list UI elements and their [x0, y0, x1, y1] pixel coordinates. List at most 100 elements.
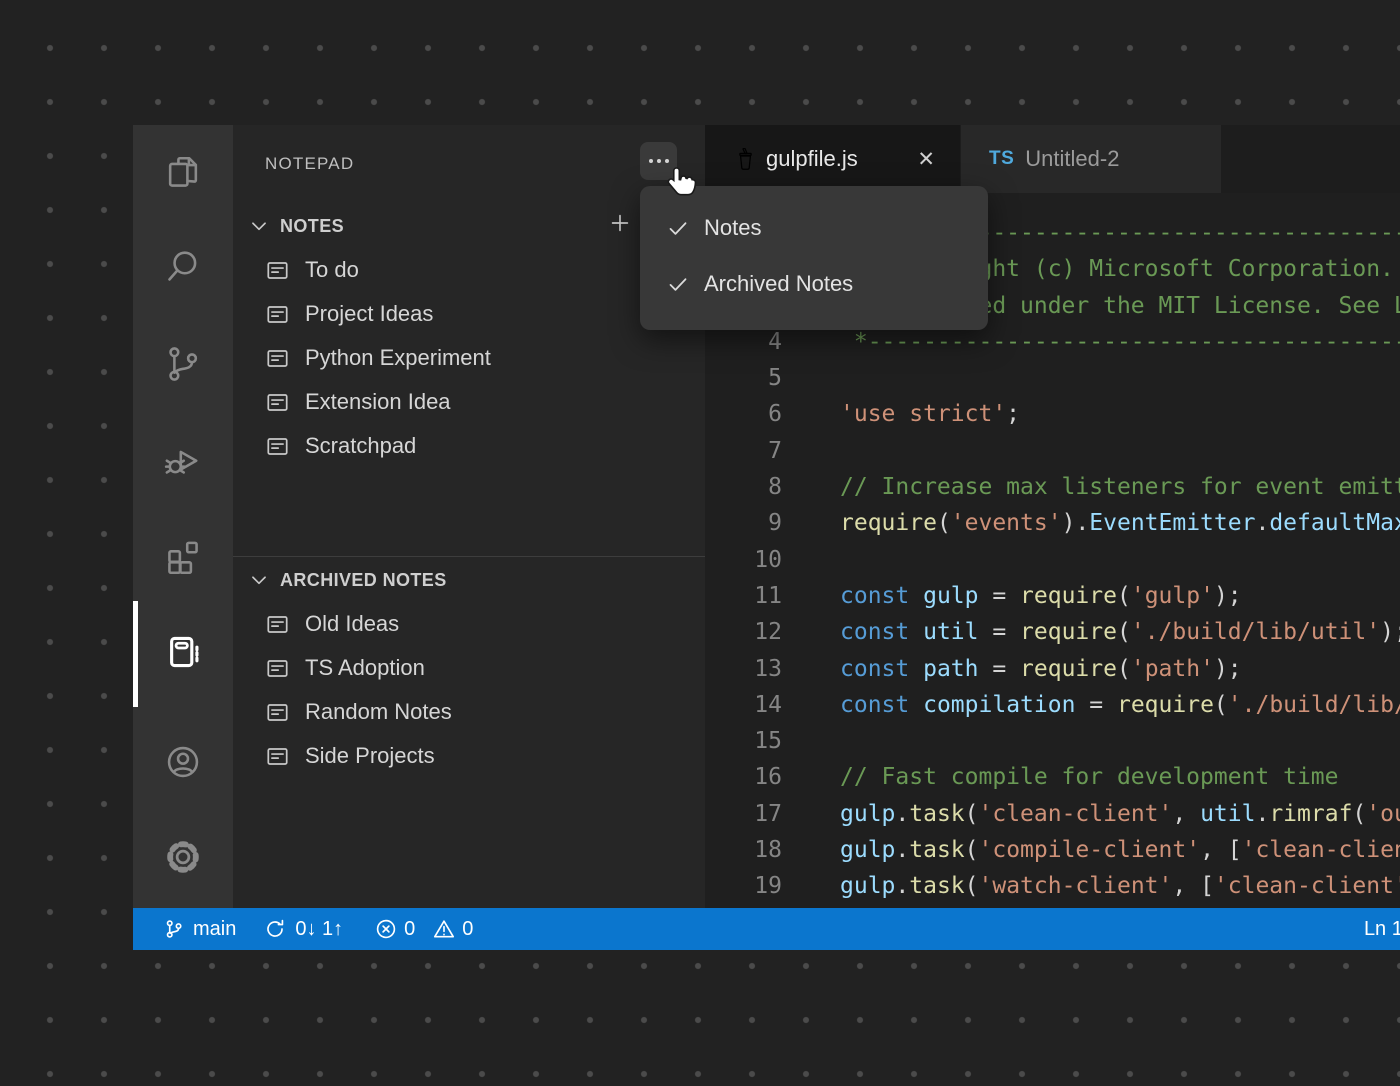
sync-counts: 0↓ 1↑	[295, 918, 343, 941]
menu-item-archived-notes[interactable]: Archived Notes	[640, 256, 988, 312]
code-line: 14const compilation = require('./build/l…	[705, 687, 1400, 723]
run-debug-icon	[161, 438, 205, 482]
code-text	[782, 542, 840, 578]
add-note-button[interactable]	[609, 212, 631, 234]
section-label: ARCHIVED NOTES	[280, 570, 447, 591]
close-icon[interactable]: ✕	[917, 147, 935, 172]
line-number: 5	[705, 360, 782, 396]
note-icon	[266, 701, 289, 724]
line-number: 15	[705, 723, 782, 759]
note-icon	[266, 259, 289, 282]
code-text: // Fast compile for development time	[782, 759, 1339, 795]
activity-bar	[133, 125, 233, 908]
note-item-label: Random Notes	[305, 699, 452, 725]
error-count: 0	[404, 918, 415, 941]
code-line: 8// Increase max listeners for event emi…	[705, 469, 1400, 505]
note-item-old-ideas[interactable]: Old Ideas	[233, 602, 705, 646]
ellipsis-icon	[649, 159, 653, 163]
code-line: 10	[705, 542, 1400, 578]
note-item-side-projects[interactable]: Side Projects	[233, 734, 705, 778]
search-icon	[161, 245, 205, 289]
note-item-label: Scratchpad	[305, 433, 416, 459]
code-text: gulp.task('clean-client', util.rimraf('o…	[782, 796, 1400, 832]
code-text: // Increase max listeners for event emit…	[782, 469, 1400, 505]
note-item-to-do[interactable]: To do	[233, 248, 705, 292]
sync-icon	[264, 918, 286, 940]
code-line: 12const util = require('./build/lib/util…	[705, 614, 1400, 650]
sidebar-divider	[233, 556, 705, 557]
code-line: 11const gulp = require('gulp');	[705, 578, 1400, 614]
note-icon	[266, 391, 289, 414]
note-item-scratchpad[interactable]: Scratchpad	[233, 424, 705, 468]
menu-item-label: Notes	[704, 215, 761, 241]
chevron-down-icon	[248, 569, 270, 591]
activity-item-notepad[interactable]	[161, 630, 205, 674]
code-text: const path = require('path');	[782, 651, 1242, 687]
ts-icon: TS	[989, 148, 1014, 170]
line-number: 12	[705, 614, 782, 650]
line-number: 16	[705, 759, 782, 795]
status-bar: main 0↓ 1↑ 0 0 Ln 17	[133, 908, 1400, 950]
git-branch-icon	[163, 918, 185, 940]
note-item-extension-idea[interactable]: Extension Idea	[233, 380, 705, 424]
code-text: require('events').EventEmitter.defaultMa…	[782, 505, 1400, 541]
tab-gulpfile-js[interactable]: gulpfile.js✕	[705, 125, 960, 193]
status-sync[interactable]: 0↓ 1↑	[264, 918, 343, 941]
sidebar-title: NOTEPAD	[265, 154, 354, 174]
tab-untitled-2[interactable]: TS Untitled-2	[961, 125, 1221, 193]
code-text	[782, 723, 840, 759]
code-line: 13const path = require('path');	[705, 651, 1400, 687]
line-number: 8	[705, 469, 782, 505]
activity-item-search[interactable]	[161, 245, 205, 289]
code-line: 18gulp.task('compile-client', ['clean-cl…	[705, 832, 1400, 868]
note-item-label: TS Adoption	[305, 655, 425, 681]
menu-item-notes[interactable]: Notes	[640, 200, 988, 256]
active-view-indicator	[133, 601, 138, 707]
gulp-icon	[737, 148, 754, 171]
account-icon	[161, 740, 205, 784]
code-text: 'use strict';	[782, 396, 1020, 432]
code-line: 5	[705, 360, 1400, 396]
note-item-random-notes[interactable]: Random Notes	[233, 690, 705, 734]
code-line: 15	[705, 723, 1400, 759]
tab-bar: gulpfile.js✕ TS Untitled-2	[705, 125, 1400, 193]
note-icon	[266, 347, 289, 370]
activity-item-explorer[interactable]	[161, 150, 205, 194]
note-item-project-ideas[interactable]: Project Ideas	[233, 292, 705, 336]
note-icon	[266, 435, 289, 458]
activity-item-extensions[interactable]	[161, 535, 205, 579]
section-header-archived-notes[interactable]: ARCHIVED NOTES	[233, 558, 705, 602]
tab-label: Untitled-2	[1025, 146, 1119, 172]
status-cursor-position[interactable]: Ln 17	[1364, 908, 1400, 950]
code-line: 17gulp.task('clean-client', util.rimraf(…	[705, 796, 1400, 832]
settings-gear-icon	[161, 835, 205, 879]
note-item-label: Old Ideas	[305, 611, 399, 637]
note-item-ts-adoption[interactable]: TS Adoption	[233, 646, 705, 690]
chevron-down-icon	[248, 215, 270, 237]
view-options-menu: Notes Archived Notes	[640, 186, 988, 330]
status-branch[interactable]: main	[163, 918, 236, 941]
status-problems[interactable]: 0 0	[375, 918, 473, 941]
notepad-icon	[161, 630, 205, 674]
explorer-icon	[161, 150, 205, 194]
code-text: const compilation = require('./build/lib…	[782, 687, 1400, 723]
extensions-icon	[161, 535, 205, 579]
note-item-label: To do	[305, 257, 359, 283]
line-number: 7	[705, 433, 782, 469]
activity-item-settings-gear[interactable]	[161, 835, 205, 879]
more-actions-button[interactable]	[640, 142, 677, 180]
code-line: 6'use strict';	[705, 396, 1400, 432]
note-item-label: Python Experiment	[305, 345, 491, 371]
line-number: 11	[705, 578, 782, 614]
note-item-python-experiment[interactable]: Python Experiment	[233, 336, 705, 380]
note-item-label: Extension Idea	[305, 389, 451, 415]
activity-item-account[interactable]	[161, 740, 205, 784]
code-line: 7	[705, 433, 1400, 469]
code-line: 19gulp.task('watch-client', ['clean-clie…	[705, 868, 1400, 904]
section-header-notes[interactable]: NOTES	[233, 204, 705, 248]
activity-item-run-debug[interactable]	[161, 438, 205, 482]
code-text: gulp.task('watch-client', ['clean-client…	[782, 868, 1400, 904]
warning-count: 0	[462, 918, 473, 941]
activity-item-source-control[interactable]	[161, 342, 205, 386]
note-icon	[266, 303, 289, 326]
